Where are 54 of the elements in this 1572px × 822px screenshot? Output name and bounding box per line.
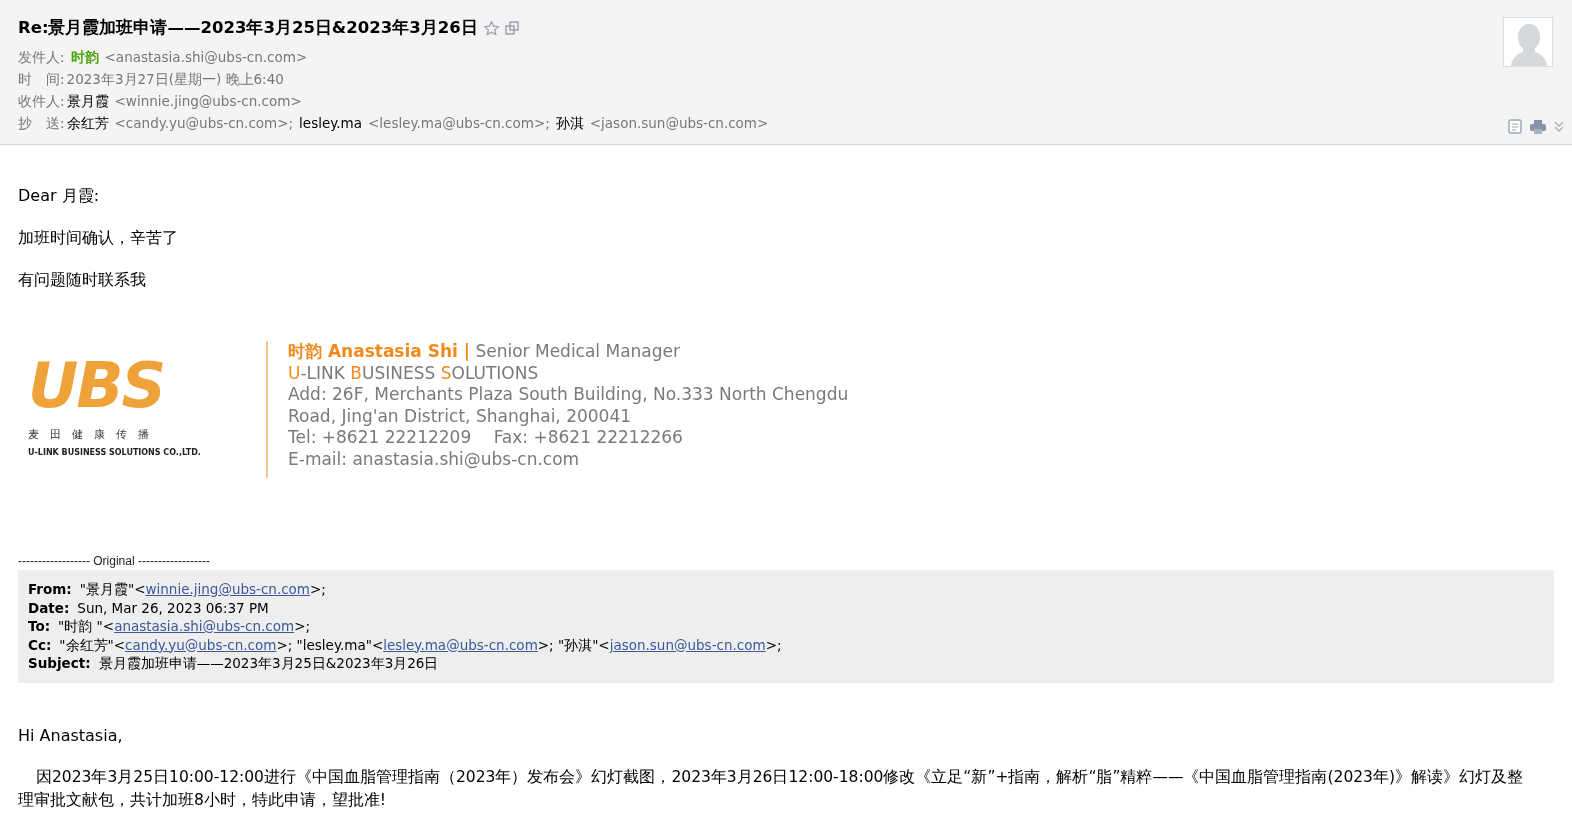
phone-text: Tel: +8621 22212209 Fax: +8621 22212266 bbox=[288, 427, 684, 449]
job-title: Senior Medical Manager bbox=[475, 341, 680, 361]
field-label: Cc: bbox=[28, 636, 52, 653]
avatar-icon bbox=[1503, 17, 1553, 67]
email-address: <anastasia.shi@ubs-cn.com> bbox=[104, 48, 308, 67]
note-icon[interactable] bbox=[1508, 119, 1522, 134]
email-address: <winnie.jing@ubs-cn.com> bbox=[114, 92, 302, 111]
greeting-text: Dear 月霞: bbox=[18, 185, 101, 207]
field-value: >; "lesley.ma"< bbox=[276, 636, 384, 653]
company-logo: UBS 麦 田 健 康 传 播 U-LINK BUSINESS SOLUTIONS CO.,LTD. bbox=[27, 348, 202, 459]
contact-name[interactable]: 余红芳 bbox=[66, 112, 109, 134]
field-label: 时 间: bbox=[18, 70, 65, 89]
email-subject: Re:景月霞加班申请——2023年3月25日&2023年3月26日 bbox=[18, 17, 478, 39]
body-text: 加班时间确认，辛苦了 bbox=[18, 227, 179, 249]
star-icon[interactable] bbox=[482, 19, 500, 37]
company-name: U-LINK BUSINESS SOLUTIONS bbox=[288, 362, 540, 384]
signature-name: 时韵 Anastasia Shi | bbox=[288, 341, 470, 361]
field-value: >; bbox=[765, 636, 782, 653]
email-link[interactable]: lesley.ma@ubs-cn.com bbox=[383, 636, 538, 653]
email-link[interactable]: candy.yu@ubs-cn.com bbox=[125, 636, 277, 653]
body-paragraph: 因2023年3月25日10:00-12:00进行《中国血脂管理指南（2023年）发布会》幻灯截图，2023年3月26日12:00-18:00修改《立足“新”+指南，解析“脂”精粹——《中国血脂管理指南(2023年)》解读》幻灯及整理审批文献包，共计加班8小时，特此申请，望批准! bbox=[18, 766, 1524, 811]
original-separator: ------------------ Original ------------------ bbox=[18, 554, 211, 568]
email-link[interactable]: jason.sun@ubs-cn.com bbox=[609, 636, 766, 653]
contact-name[interactable]: 孙淇 bbox=[555, 112, 584, 134]
contact-name[interactable]: lesley.ma bbox=[299, 112, 363, 134]
email-address: <lesley.ma@ubs-cn.com>; bbox=[368, 114, 550, 133]
double-chevron-icon[interactable] bbox=[1554, 120, 1564, 133]
email-link[interactable]: anastasia.shi@ubs-cn.com bbox=[114, 618, 295, 634]
field-label: 发件人: bbox=[18, 48, 65, 67]
field-value: "余红芳"< bbox=[59, 636, 126, 653]
field-value: >; bbox=[294, 618, 311, 634]
email-address: <jason.sun@ubs-cn.com> bbox=[589, 114, 769, 133]
field-label: 收件人: bbox=[18, 92, 65, 111]
field-label: Subject: bbox=[28, 655, 91, 671]
field-value: >; "孙淇"< bbox=[537, 636, 610, 653]
field-value: "景月霞"< bbox=[79, 581, 146, 597]
field-label: From: bbox=[28, 581, 72, 597]
field-value: Sun, Mar 26, 2023 06:37 PM bbox=[77, 599, 269, 616]
print-icon[interactable] bbox=[1530, 119, 1546, 134]
email-text: E-mail: anastasia.shi@ubs-cn.com bbox=[288, 448, 581, 470]
field-label: 抄 送: bbox=[18, 114, 65, 133]
email-address: <candy.yu@ubs-cn.com>; bbox=[114, 114, 294, 133]
field-label: Date: bbox=[28, 599, 70, 616]
field-label: To: bbox=[28, 618, 51, 634]
new-window-icon[interactable] bbox=[504, 21, 519, 35]
greeting-text: Hi Anastasia, bbox=[18, 724, 124, 747]
address-text: Add: 26F, Merchants Plaza South Building, No.333 North Chengdu Road, Jing'an District, Shanghai, 200041 bbox=[288, 384, 850, 427]
field-value: 景月霞加班申请——2023年3月25日&2023年3月26日 bbox=[98, 655, 439, 671]
field-value: >; bbox=[310, 581, 326, 597]
field-value: "时韵 "< bbox=[58, 618, 115, 634]
contact-name[interactable]: 景月霞 bbox=[66, 90, 109, 112]
email-link[interactable]: winnie.jing@ubs-cn.com bbox=[145, 581, 310, 597]
field-value: 2023年3月27日(星期一) 晚上6:40 bbox=[66, 70, 284, 89]
body-text: 有问题随时联系我 bbox=[18, 269, 147, 291]
